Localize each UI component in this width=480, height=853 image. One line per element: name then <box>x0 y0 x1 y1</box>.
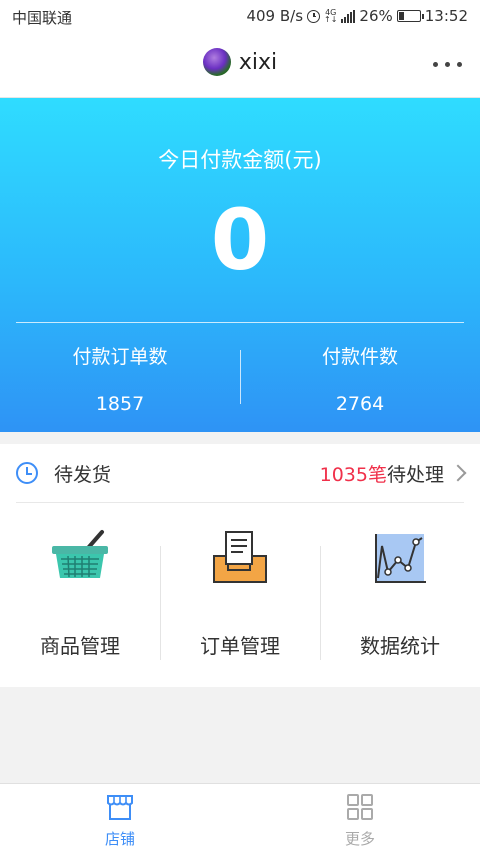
data-statistics-button[interactable]: 数据统计 <box>320 518 480 678</box>
tab-store-label: 店铺 <box>104 830 135 848</box>
bottom-tab-bar: 店铺 更多 <box>0 783 480 853</box>
clock-icon <box>16 462 38 484</box>
payment-summary: 今日付款金额(元) 0 付款订单数 1857 付款件数 2764 <box>0 98 480 432</box>
pending-count-suffix: 待处理 <box>386 463 444 486</box>
battery-icon <box>396 10 424 22</box>
pending-shipment-label: 待发货 <box>54 463 112 486</box>
alarm-icon <box>307 9 321 23</box>
paid-orders-value: 1857 <box>95 393 145 415</box>
tab-store[interactable]: 店铺 <box>0 792 240 849</box>
network-speed: 409 B/s <box>246 7 304 25</box>
clock-time: 13:52 <box>424 7 468 25</box>
chevron-right-icon <box>449 464 467 482</box>
paid-items-stat: 付款件数 2764 <box>240 342 480 415</box>
store-icon <box>0 792 240 822</box>
line-chart-icon <box>320 528 480 588</box>
order-management-button[interactable]: 订单管理 <box>160 518 320 678</box>
grid-icon <box>240 792 480 822</box>
battery-percent: 26% <box>359 7 393 25</box>
basket-icon <box>0 528 160 588</box>
inbox-document-icon <box>160 528 320 588</box>
product-management-label: 商品管理 <box>40 634 120 658</box>
paid-orders-label: 付款订单数 <box>72 346 168 368</box>
status-bar: 中国联通 409 B/s 4G ↑↓ 26% 13:52 <box>0 0 480 34</box>
shop-header: xixi <box>0 48 480 76</box>
order-management-label: 订单管理 <box>200 634 280 658</box>
tab-more[interactable]: 更多 <box>240 792 480 849</box>
today-amount-value: 0 <box>210 191 270 289</box>
pending-count-value: 1035笔 <box>319 463 387 486</box>
shop-name: xixi <box>238 49 278 75</box>
tab-more-label: 更多 <box>344 830 375 848</box>
today-amount-label: 今日付款金额(元) <box>158 148 322 172</box>
pending-shipment-row[interactable]: 待发货 1035笔 待处理 <box>16 444 467 503</box>
management-grid: 商品管理 订单管理 数据统计 <box>0 518 480 678</box>
paid-items-label: 付款件数 <box>321 346 398 368</box>
title-bar: xixi <box>0 34 480 98</box>
carrier-name: 中国联通 <box>12 9 73 27</box>
more-options-icon[interactable] <box>433 62 462 67</box>
signal-icon <box>341 9 356 23</box>
summary-divider <box>16 322 464 323</box>
paid-items-value: 2764 <box>335 393 385 415</box>
paid-orders-stat: 付款订单数 1857 <box>0 342 240 415</box>
shop-avatar[interactable] <box>202 48 231 76</box>
pending-count: 1035笔 待处理 <box>319 460 467 487</box>
management-panel: 待发货 1035笔 待处理 商品管理 订单管理 数据统计 <box>0 444 480 687</box>
data-statistics-label: 数据统计 <box>360 634 440 658</box>
status-indicators: 409 B/s 4G ↑↓ 26% 13:52 <box>246 7 468 25</box>
network-type-icon: 4G ↑↓ <box>324 8 338 24</box>
product-management-button[interactable]: 商品管理 <box>0 518 160 678</box>
